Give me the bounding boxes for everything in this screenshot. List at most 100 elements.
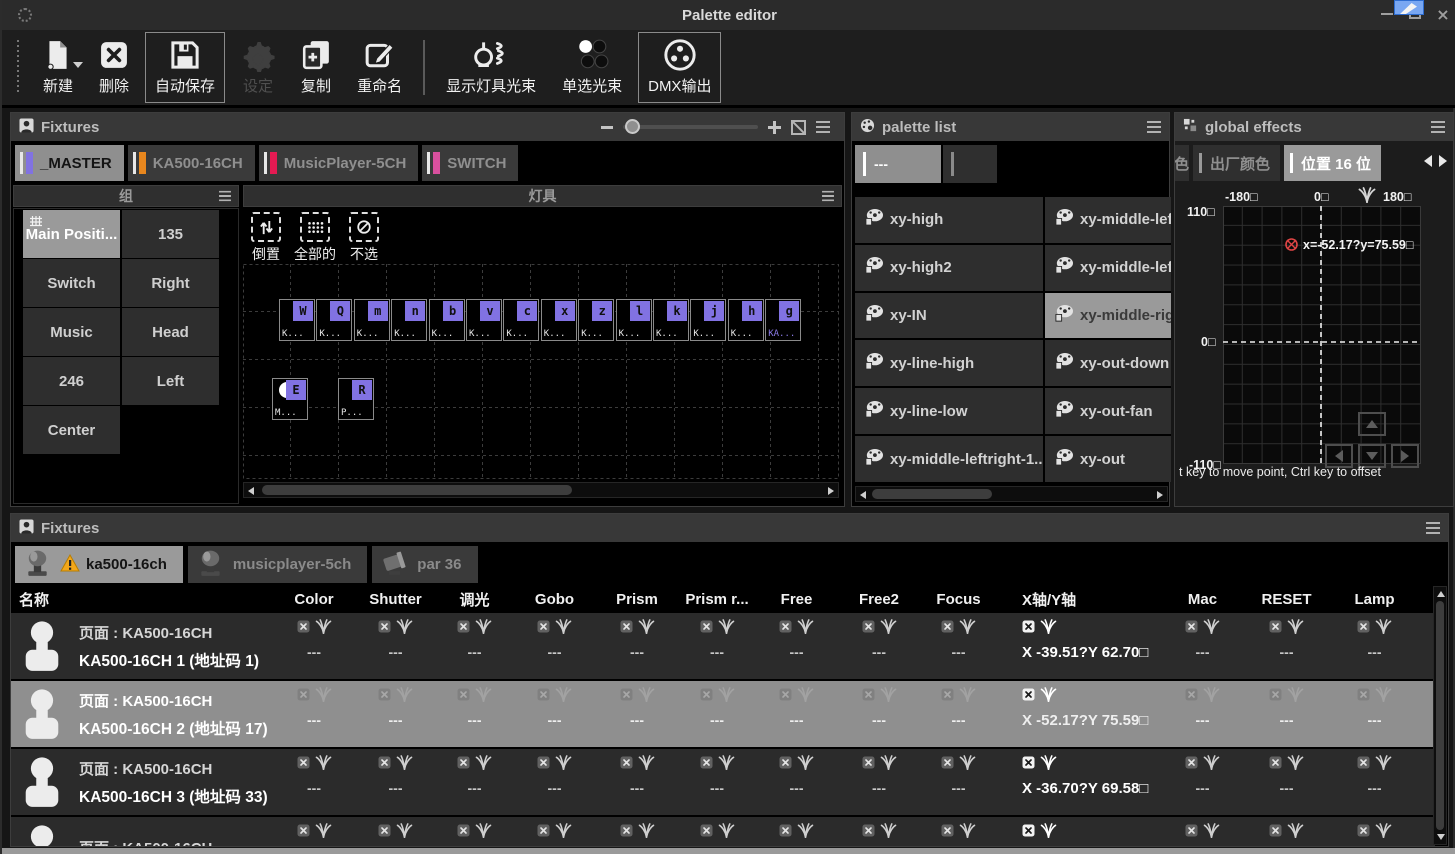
palette-hscrollbar[interactable] [855, 486, 1168, 502]
clear-channel-icon[interactable] [700, 824, 713, 842]
delete-button[interactable]: 删除 [89, 32, 139, 103]
channel-cell[interactable]: --- [678, 613, 756, 679]
nudge-up-button[interactable] [1358, 412, 1386, 436]
clear-channel-icon[interactable] [457, 824, 470, 842]
clear-channel-icon[interactable] [378, 688, 391, 706]
palette-item[interactable]: xy-out-fan [1045, 388, 1171, 434]
channel-cell[interactable] [837, 817, 921, 846]
zoom-out-icon[interactable] [601, 126, 613, 129]
fixture-tile[interactable]: jK... [690, 299, 726, 341]
show-beam-button[interactable]: 显示灯具光束 [436, 32, 546, 103]
effects-tab[interactable]: 出厂颜色 [1193, 145, 1280, 181]
channel-cell[interactable]: --- [1161, 613, 1244, 679]
clear-channel-icon[interactable] [537, 688, 550, 706]
fixture-menu-icon[interactable] [822, 191, 834, 201]
clear-channel-icon[interactable] [297, 620, 310, 638]
channel-cell[interactable]: --- [273, 681, 355, 747]
clear-channel-icon[interactable] [1185, 620, 1198, 638]
channel-cell[interactable]: --- [921, 613, 996, 679]
table-vscrollbar[interactable] [1433, 586, 1447, 845]
zoom-in-icon[interactable] [768, 121, 781, 134]
effects-tab[interactable]: 色 [1175, 145, 1189, 181]
channel-cell[interactable]: --- [921, 681, 996, 747]
fixture-tile[interactable]: lK... [616, 299, 652, 341]
clear-channel-icon[interactable] [457, 756, 470, 774]
group-button[interactable]: Music [23, 308, 120, 356]
fixture-tile[interactable]: nK... [391, 299, 427, 341]
channel-cell[interactable]: --- [436, 613, 513, 679]
clear-channel-icon[interactable] [1022, 620, 1035, 638]
clear-channel-icon[interactable] [620, 824, 633, 842]
clear-channel-icon[interactable] [941, 620, 954, 638]
duplicate-button[interactable]: 复制 [291, 32, 341, 103]
scroll-left-icon[interactable] [248, 487, 254, 495]
clear-channel-icon[interactable] [1357, 756, 1370, 774]
group-menu-icon[interactable] [219, 191, 231, 201]
xy-value-cell[interactable] [996, 817, 1161, 846]
scroll-up-icon[interactable] [1437, 591, 1445, 597]
channel-cell[interactable] [513, 817, 596, 846]
channel-cell[interactable]: --- [513, 681, 596, 747]
clear-channel-icon[interactable] [941, 824, 954, 842]
channel-cell[interactable] [436, 817, 513, 846]
channel-cell[interactable]: --- [596, 681, 678, 747]
channel-cell[interactable]: --- [596, 749, 678, 815]
fixture-tile[interactable]: hK... [728, 299, 764, 341]
channel-cell[interactable]: --- [1244, 681, 1329, 747]
channel-cell[interactable]: --- [756, 749, 837, 815]
fixture-tile[interactable]: kK... [653, 299, 689, 341]
clear-channel-icon[interactable] [378, 756, 391, 774]
table-row[interactable]: 页面 : KA500-16CHKA500-16CH 1 (地址码 1)-----… [11, 613, 1435, 679]
clear-channel-icon[interactable] [862, 688, 875, 706]
fixture-tile[interactable]: vK... [466, 299, 502, 341]
scroll-right-icon[interactable] [828, 487, 834, 495]
channel-cell[interactable]: --- [1244, 749, 1329, 815]
fixture-page-tab[interactable]: MusicPlayer-5CH [259, 145, 419, 181]
palette-item[interactable]: xy-middle-leftr [1045, 197, 1171, 243]
channel-cell[interactable] [1244, 817, 1329, 846]
clear-channel-icon[interactable] [862, 824, 875, 842]
window-resize-edge[interactable] [2, 848, 1455, 854]
fixture-type-tab[interactable]: musicplayer-5ch [188, 546, 367, 583]
clear-channel-icon[interactable] [1022, 688, 1035, 706]
clear-channel-icon[interactable] [620, 688, 633, 706]
single-beam-button[interactable]: 单选光束 [552, 32, 632, 103]
fixture-page-tab[interactable]: _MASTER [15, 145, 124, 181]
expand-icon[interactable] [791, 120, 806, 135]
channel-cell[interactable]: --- [596, 613, 678, 679]
dropdown-caret-icon[interactable] [73, 62, 83, 68]
toolbar-drag-handle[interactable] [16, 40, 20, 95]
channel-cell[interactable]: --- [678, 749, 756, 815]
dmx-output-button[interactable]: DMX输出 [638, 32, 721, 103]
clear-channel-icon[interactable] [1269, 824, 1282, 842]
xy-value-cell[interactable]: X -39.51?Y 62.70□ [996, 613, 1161, 679]
close-button[interactable]: × [1430, 4, 1455, 24]
invert-selection-button[interactable]: 倒置 [251, 212, 281, 264]
palette-item[interactable]: xy-IN [855, 293, 1043, 339]
clear-channel-icon[interactable] [779, 688, 792, 706]
scroll-down-icon[interactable] [1437, 834, 1445, 840]
channel-cell[interactable]: --- [436, 681, 513, 747]
tab-scroll-right-icon[interactable] [1439, 155, 1447, 167]
clear-channel-icon[interactable] [1185, 756, 1198, 774]
palette-item[interactable]: xy-middle-righ [1045, 293, 1171, 339]
channel-cell[interactable] [1161, 817, 1244, 846]
palette-item[interactable]: xy-line-low [855, 388, 1043, 434]
clear-channel-icon[interactable] [779, 824, 792, 842]
channel-cell[interactable]: --- [837, 749, 921, 815]
channel-cell[interactable]: --- [355, 749, 436, 815]
clear-channel-icon[interactable] [1022, 824, 1035, 842]
nudge-right-button[interactable] [1391, 444, 1419, 468]
clear-channel-icon[interactable] [941, 756, 954, 774]
channel-cell[interactable]: --- [837, 681, 921, 747]
channel-cell[interactable]: --- [1329, 681, 1420, 747]
new-document-button[interactable]: 新建 [33, 32, 83, 103]
effects-menu-icon[interactable] [1431, 121, 1445, 133]
clear-channel-icon[interactable] [1269, 756, 1282, 774]
fixture-tile[interactable]: RP... [338, 378, 374, 420]
channel-cell[interactable]: --- [513, 749, 596, 815]
table-row[interactable]: 页面 : KA500-16CHKA500-16CH 2 (地址码 17)----… [11, 681, 1435, 747]
group-button[interactable]: Left [122, 357, 219, 405]
clear-channel-icon[interactable] [1357, 620, 1370, 638]
zoom-slider-track[interactable] [623, 125, 758, 129]
